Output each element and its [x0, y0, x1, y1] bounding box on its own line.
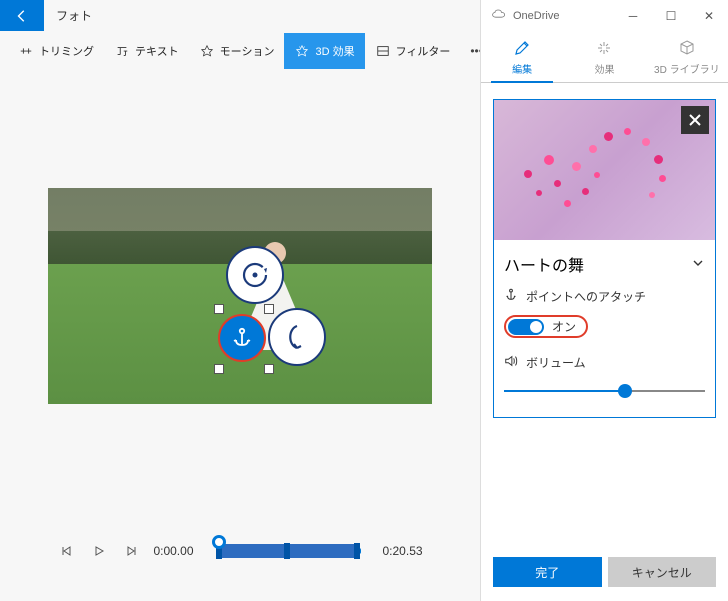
chevron-down-icon[interactable]: [691, 256, 705, 273]
timeline[interactable]: [206, 539, 371, 563]
done-button[interactable]: 完了: [493, 557, 602, 587]
minimize-button[interactable]: ─: [614, 0, 652, 31]
panel-footer: 完了 キャンセル: [481, 543, 728, 601]
pencil-icon: [512, 38, 532, 58]
close-window-button[interactable]: ✕: [690, 0, 728, 31]
back-button[interactable]: [0, 0, 44, 31]
window-titlebar: OneDrive ─ ☐ ✕: [481, 0, 728, 31]
volume-knob[interactable]: [618, 384, 632, 398]
toolbar: トリミング テキスト モーション 3D 効果 フィルター •••: [0, 31, 480, 71]
tab-effects-label: 効果: [594, 61, 614, 76]
fx3d-label: 3D 効果: [315, 43, 354, 59]
rotate-z-handle[interactable]: [226, 246, 284, 304]
motion-icon: [199, 43, 215, 59]
duration: 0:20.53: [383, 544, 423, 558]
trimming-label: トリミング: [39, 43, 94, 59]
motion-label: モーション: [220, 43, 275, 59]
fx3d-icon: [294, 43, 310, 59]
video-frame[interactable]: [48, 188, 432, 404]
effect-title: ハートの舞: [504, 252, 584, 276]
title-bar: フォト: [0, 0, 480, 31]
cube-icon: [677, 38, 697, 58]
3d-effects-tool[interactable]: 3D 効果: [284, 33, 364, 69]
remove-effect-button[interactable]: [681, 106, 709, 134]
motion-tool[interactable]: モーション: [189, 33, 285, 69]
playback-controls: 0:00.00 0:20.53: [0, 521, 480, 601]
trim-icon: [18, 43, 34, 59]
effect-panel: ハートの舞 ポイントへのアタッチ オン ボリューム: [493, 99, 716, 418]
volume-icon: [504, 354, 518, 371]
app-title: フォト: [44, 7, 92, 24]
trimming-tool[interactable]: トリミング: [8, 33, 104, 69]
prev-frame-button[interactable]: [57, 541, 77, 561]
clip-mid-handle[interactable]: [284, 543, 290, 559]
resize-handle[interactable]: [264, 304, 274, 314]
onedrive-icon: [491, 8, 507, 23]
playhead[interactable]: [212, 535, 226, 549]
filter-label: フィルター: [396, 43, 451, 59]
resize-handle[interactable]: [264, 364, 274, 374]
effect-preview[interactable]: [494, 100, 715, 240]
tab-effects[interactable]: 効果: [563, 31, 645, 82]
next-frame-button[interactable]: [121, 541, 141, 561]
attach-toggle[interactable]: [508, 319, 544, 335]
text-label: テキスト: [135, 43, 179, 59]
tab-edit[interactable]: 編集: [481, 31, 563, 82]
editor-pane: フォト トリミング テキスト モーション 3D 効果 フィルター: [0, 0, 480, 601]
sparkle-icon: [594, 38, 614, 58]
current-time: 0:00.00: [153, 544, 193, 558]
anchor-icon: [504, 288, 518, 305]
filter-icon: [375, 43, 391, 59]
volume-slider[interactable]: [504, 381, 705, 401]
canvas-area: [0, 71, 480, 521]
attach-label: ポイントへのアタッチ: [526, 288, 646, 305]
play-button[interactable]: [89, 541, 109, 561]
toggle-state-label: オン: [552, 318, 576, 335]
text-icon: [114, 43, 130, 59]
tab-edit-label: 編集: [512, 61, 532, 76]
volume-label: ボリューム: [526, 354, 586, 371]
side-panel: OneDrive ─ ☐ ✕ 編集 効果 3D ライブラリ: [480, 0, 728, 601]
tab-3d-library[interactable]: 3D ライブラリ: [646, 31, 728, 82]
filter-tool[interactable]: フィルター: [365, 33, 461, 69]
anchor-handle[interactable]: [218, 314, 266, 362]
rotate-y-handle[interactable]: [268, 308, 326, 366]
text-tool[interactable]: テキスト: [104, 33, 189, 69]
resize-handle[interactable]: [214, 304, 224, 314]
tab-library-label: 3D ライブラリ: [654, 61, 720, 76]
maximize-button[interactable]: ☐: [652, 0, 690, 31]
side-tabs: 編集 効果 3D ライブラリ: [481, 31, 728, 83]
resize-handle[interactable]: [214, 364, 224, 374]
clip-end-handle[interactable]: [354, 543, 360, 559]
cancel-button[interactable]: キャンセル: [608, 557, 717, 587]
onedrive-label: OneDrive: [513, 10, 559, 22]
